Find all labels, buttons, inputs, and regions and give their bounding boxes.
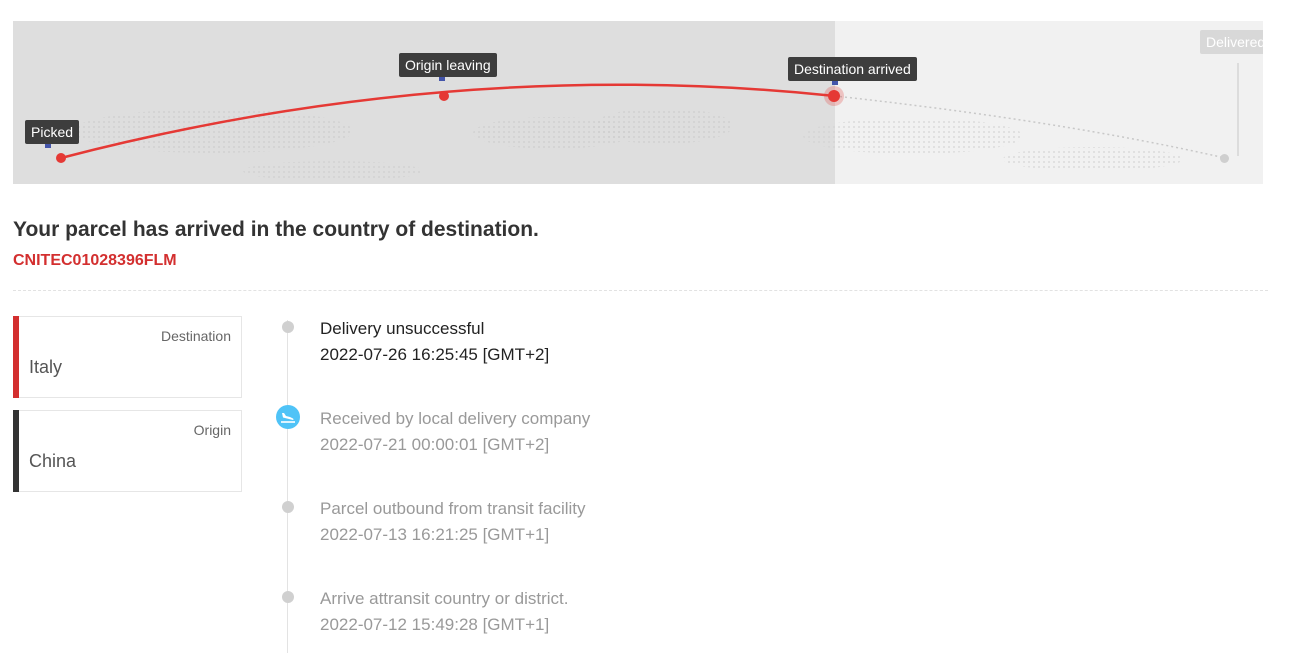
destination-role-label: Destination [160, 328, 231, 344]
origin-accent-bar [13, 410, 19, 492]
milestone-node-picked [56, 153, 66, 163]
event-description: Arrive attransit country or district. [320, 589, 569, 608]
milestone-label-destination-arrived: Destination arrived [788, 57, 917, 85]
dot-icon [282, 321, 294, 333]
label-pointer [45, 144, 51, 148]
route-path-pending [834, 95, 1226, 159]
status-title: Your parcel has arrived in the country o… [13, 218, 539, 241]
milestone-label-origin-leaving: Origin leaving [399, 53, 497, 81]
milestone-label-picked: Picked [25, 120, 80, 148]
route-line [60, 83, 1226, 160]
plane-landing-icon [276, 405, 300, 429]
event-time: 2022-07-26 16:25:45 [GMT+2] [320, 345, 550, 364]
milestone-label-text: Origin leaving [405, 57, 491, 73]
divider [13, 290, 1268, 291]
destination-card: Destination Italy [13, 316, 242, 398]
milestone-label-delivered: Delivered [1200, 30, 1263, 54]
milestone-label-text: Picked [31, 124, 74, 140]
destination-accent-bar [13, 316, 19, 398]
dot-icon [282, 591, 294, 603]
event-description: Received by local delivery company [320, 409, 591, 428]
origin-role-label: Origin [193, 422, 231, 438]
tracking-number[interactable]: CNITEC01028396FLM [13, 252, 177, 270]
origin-card: Origin China [13, 410, 242, 492]
event-description: Parcel outbound from transit facility [320, 499, 586, 518]
event-time: 2022-07-13 16:21:25 [GMT+1] [320, 525, 550, 544]
event-time: 2022-07-21 00:00:01 [GMT+2] [320, 435, 550, 454]
milestone-node-destination-arrived [828, 90, 840, 102]
milestone-node-delivered [1220, 154, 1229, 163]
milestone-node-origin-leaving [439, 91, 449, 101]
event-description: Delivery unsuccessful [320, 319, 485, 338]
timeline-line [287, 320, 288, 653]
timeline-event: Delivery unsuccessful 2022-07-26 16:25:4… [320, 316, 549, 368]
origin-country: China [29, 451, 77, 471]
delivered-pole [1237, 63, 1239, 156]
label-pointer [832, 81, 838, 85]
milestone-label-text: Delivered [1206, 34, 1263, 50]
event-time: 2022-07-12 15:49:28 [GMT+1] [320, 615, 550, 634]
timeline-event: Received by local delivery company 2022-… [320, 406, 590, 458]
route-map: Picked Origin leaving Destination arrive… [13, 21, 1263, 184]
milestone-label-text: Destination arrived [794, 61, 911, 77]
timeline-event: Arrive attransit country or district. 20… [320, 586, 568, 638]
destination-country: Italy [29, 357, 63, 377]
timeline-event: Parcel outbound from transit facility 20… [320, 496, 586, 548]
dot-icon [282, 501, 294, 513]
label-pointer [439, 77, 445, 81]
